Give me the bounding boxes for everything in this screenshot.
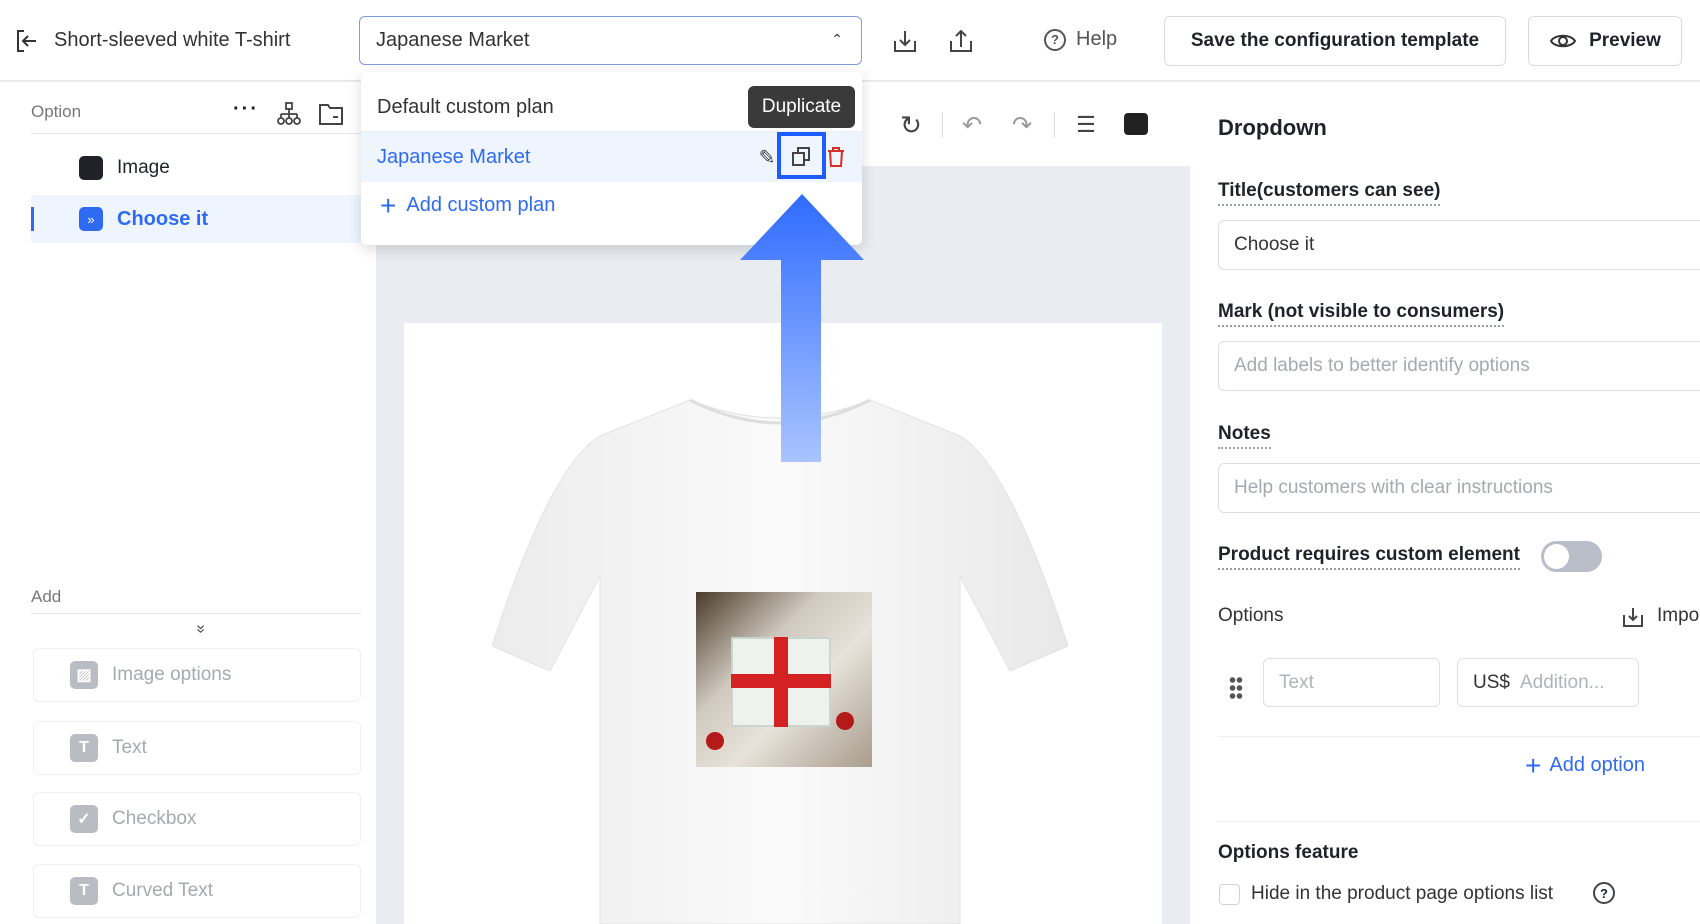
back-icon[interactable]	[13, 27, 41, 55]
more-icon[interactable]: ···	[233, 98, 259, 121]
add-image-options[interactable]: ▨ Image options	[33, 648, 361, 702]
layer-item-image[interactable]: Image	[33, 147, 361, 189]
align-icon[interactable]: ☰	[1072, 111, 1100, 139]
edit-icon[interactable]: ✎	[756, 145, 778, 169]
add-text[interactable]: T Text	[33, 721, 361, 775]
add-checkbox[interactable]: ✓ Checkbox	[33, 792, 361, 846]
delete-icon[interactable]	[826, 145, 846, 169]
layer-label: Choose it	[117, 207, 209, 230]
download-icon[interactable]	[890, 26, 920, 56]
plan-item-default[interactable]: Default custom plan	[377, 96, 554, 119]
product-title: Short-sleeved white T-shirt	[54, 29, 291, 51]
title-label: Title(customers can see)	[1218, 180, 1441, 206]
duplicate-icon[interactable]	[789, 144, 813, 168]
add-curved-text[interactable]: T Curved Text	[33, 864, 361, 918]
reset-icon[interactable]: ↻	[897, 110, 925, 140]
folder-icon[interactable]	[317, 100, 345, 128]
option-text-input[interactable]: Text	[1263, 658, 1440, 707]
add-item-label: Text	[112, 737, 147, 758]
requires-custom-element-label: Product requires custom element	[1218, 544, 1520, 570]
option-price-input[interactable]: US$ Addition...	[1457, 658, 1639, 707]
plus-icon: +	[380, 189, 397, 221]
help-circle-icon[interactable]: ?	[1593, 882, 1615, 904]
hide-options-checkbox[interactable]	[1219, 884, 1240, 905]
panel-heading: Dropdown	[1218, 115, 1327, 140]
preview-label: Preview	[1589, 30, 1661, 51]
preview-button[interactable]: Preview	[1528, 16, 1682, 66]
add-item-label: Curved Text	[112, 880, 214, 901]
image-icon	[79, 156, 103, 180]
dropdown-icon: »	[79, 207, 103, 231]
chevron-up-icon: ⌃	[831, 31, 843, 47]
image-edit-icon[interactable]	[1122, 110, 1150, 138]
import-button[interactable]: Impo	[1657, 605, 1699, 627]
duplicate-tooltip: Duplicate	[748, 86, 855, 128]
plan-select[interactable]: Japanese Market ⌃	[359, 16, 862, 65]
drag-handle-icon[interactable]	[1229, 676, 1243, 700]
curved-text-icon: T	[70, 877, 98, 905]
plus-icon: +	[1525, 749, 1542, 781]
add-option-label: Add option	[1549, 754, 1645, 776]
plan-item-label: Japanese Market	[377, 146, 531, 168]
price-placeholder: Addition...	[1519, 671, 1605, 693]
pointer-arrow	[740, 194, 864, 462]
title-input[interactable]: Choose it	[1218, 220, 1700, 270]
currency-label: US$	[1473, 671, 1510, 693]
add-custom-plan-button[interactable]: + Add custom plan	[380, 189, 556, 221]
collapse-icon[interactable]: »	[191, 625, 209, 634]
add-option-button[interactable]: + Add option	[1525, 749, 1645, 781]
help-label: Help	[1076, 28, 1118, 50]
options-feature-label: Options feature	[1218, 842, 1359, 863]
hide-options-label: Hide in the product page options list	[1251, 883, 1554, 904]
help-icon: ?	[1044, 28, 1066, 51]
plan-select-value: Japanese Market	[376, 29, 530, 51]
add-item-label: Image options	[112, 664, 232, 685]
checkbox-icon: ✓	[70, 805, 98, 833]
layer-item-choose-it[interactable]: » Choose it	[31, 195, 361, 243]
requires-toggle[interactable]	[1541, 541, 1602, 572]
save-template-button[interactable]: Save the configuration template	[1164, 16, 1506, 66]
add-section-label: Add	[31, 587, 62, 606]
text-icon: T	[70, 734, 98, 762]
add-item-label: Checkbox	[112, 808, 197, 829]
hierarchy-icon[interactable]	[275, 100, 303, 128]
upload-icon[interactable]	[946, 26, 976, 56]
mark-label: Mark (not visible to consumers)	[1218, 301, 1505, 327]
option-section-label: Option	[31, 102, 82, 121]
notes-input[interactable]: Help customers with clear instructions	[1218, 463, 1700, 513]
add-custom-plan-label: Add custom plan	[406, 194, 556, 216]
notes-label: Notes	[1218, 423, 1271, 449]
import-icon[interactable]	[1620, 604, 1646, 630]
image-options-icon: ▨	[70, 661, 98, 689]
layer-label: Image	[117, 157, 170, 178]
eye-icon	[1549, 34, 1577, 48]
help-link[interactable]: ? Help	[1044, 28, 1117, 51]
gift-image	[696, 592, 872, 767]
mark-input[interactable]: Add labels to better identify options	[1218, 341, 1700, 391]
options-label: Options	[1218, 605, 1284, 626]
redo-icon[interactable]: ↷	[1008, 111, 1036, 139]
undo-icon[interactable]: ↶	[958, 111, 986, 139]
